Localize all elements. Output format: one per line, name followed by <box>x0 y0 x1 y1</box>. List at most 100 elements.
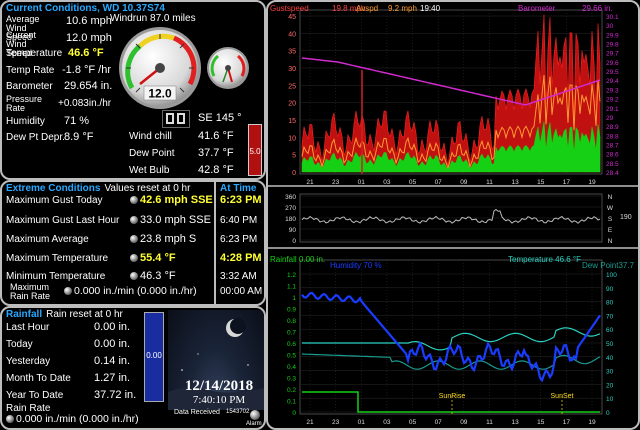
extreme-row-value-text: 42.6 mph SSE <box>140 194 213 206</box>
rain-tick-label: 0.5 <box>287 353 296 360</box>
x-tick-label: 09 <box>460 179 468 186</box>
wet-bulb-label: Wet Bulb <box>129 165 170 176</box>
right-tick-label: 28.7 <box>606 142 619 149</box>
dir-current-value: 190 <box>620 214 632 221</box>
right-tick-label: 40 <box>606 355 614 362</box>
dew-depr-label: Dew Pt Depr. <box>6 132 65 143</box>
compass-label: W <box>607 205 614 212</box>
extreme-row-label: Maximum Rain Rate <box>10 282 51 301</box>
left-tick-label: 0 <box>292 170 296 177</box>
extreme-conditions-panel: Extreme Conditions Values reset at 0 hr A… <box>0 180 266 306</box>
compass-label: N <box>608 194 613 201</box>
value-indicator-icon <box>130 272 138 281</box>
rain-row-label: Last Hour <box>6 322 50 333</box>
rainfall-panel: Rainfall Rain reset at 0 hr Last Hour 0.00… <box>0 306 266 430</box>
bottom-graph-frame <box>299 259 603 415</box>
value-indicator-icon <box>64 287 72 296</box>
x-tick-label: 07 <box>435 419 443 426</box>
extreme-row-value-text: 46.3 °F <box>140 270 176 282</box>
windrun-value: Windrun 87.0 miles <box>110 13 196 24</box>
dew-point-label: Dew Point37.7 <box>582 261 635 270</box>
right-tick-label: 28.5 <box>606 161 619 168</box>
extreme-row-label: Maximum Average <box>6 234 89 245</box>
x-tick-label: 13 <box>511 419 519 426</box>
humidity-label: Humidity <box>6 116 45 127</box>
temperature-label: Temperature 46.6 °F <box>508 255 581 264</box>
extreme-row-value-text: 55.4 °F <box>140 252 176 264</box>
left-tick-label: 35 <box>288 49 296 56</box>
sunrise-label: SunRise <box>439 393 466 400</box>
right-tick-label: 28.8 <box>606 133 619 140</box>
compass-label: N <box>608 238 613 245</box>
alarm-icon[interactable] <box>250 410 260 420</box>
left-tick-label: 15 <box>288 118 296 125</box>
right-tick-label: 29.8 <box>606 42 619 49</box>
moon-time: 7:40:10 PM <box>192 394 246 406</box>
extreme-row-value: 33.0 mph SSE <box>130 215 211 226</box>
rain-row-label: Year To Date <box>6 390 64 401</box>
rain-tick-label: 0.6 <box>287 341 296 348</box>
data-received-value: 1543702 <box>226 409 250 415</box>
right-tick-label: 29 <box>606 115 614 122</box>
baro-label: Barometer <box>518 4 556 13</box>
moon-date: 12/14/2018 <box>184 378 254 394</box>
sunset-label: SunSet <box>551 393 574 400</box>
value-indicator-icon <box>130 196 138 205</box>
right-tick-label: 10 <box>606 396 614 403</box>
x-tick-label: 17 <box>563 179 571 186</box>
right-tick-label: 60 <box>606 327 614 334</box>
graphs-panel: 21 21 23 23 01 01 03 03 05 05 07 07 09 09 11 11 13 13 15 15… <box>266 0 640 430</box>
at-time-title: At Time <box>220 183 257 194</box>
right-tick-label: 30 <box>606 369 614 376</box>
x-tick-label: 09 <box>460 419 468 426</box>
x-tick-label: 03 <box>383 419 391 426</box>
extreme-row-label: Maximum Gust Today <box>6 195 103 206</box>
dir-tick-label: 90 <box>289 227 297 234</box>
rain-tick-label: 0.4 <box>287 364 296 371</box>
left-tick-label: 10 <box>288 135 296 142</box>
extreme-row-value: 0.000 in./min (0.000 in./hr) <box>64 286 197 297</box>
x-tick-label: 01 <box>358 179 366 186</box>
rain-rate-value: 0.000 in./min (0.000 in./hr) <box>6 414 139 425</box>
compass-label: E <box>608 227 613 234</box>
right-tick-label: 29.6 <box>606 60 619 67</box>
extreme-conditions-title: Extreme Conditions Values reset at 0 hr <box>6 183 190 194</box>
rain-row-label: Month To Date <box>6 373 71 384</box>
rain-tick-label: 1 <box>292 295 296 302</box>
avg-wind-value: 10.6 mph <box>66 15 112 27</box>
x-tick-label: 05 <box>409 419 417 426</box>
wind-speed-gauge: 12.0 <box>119 27 201 109</box>
uv-index-value: 5.0 <box>249 147 261 156</box>
wind-direction-value: SE 145 ° <box>198 112 242 124</box>
extreme-row-time: 6:23 PM <box>220 194 262 206</box>
time-label: 19:40 <box>420 4 441 13</box>
right-tick-label: 30 <box>606 23 614 30</box>
x-tick-label: 19 <box>588 179 596 186</box>
graphs-svg: 2121232301010303050507070909111113131515… <box>268 4 638 426</box>
right-tick-label: 29.5 <box>606 69 619 76</box>
extreme-row-value-text: 23.8 mph S <box>140 233 197 245</box>
temp-label: Temperature <box>6 48 63 59</box>
temp-value: 46.6 °F <box>68 47 104 59</box>
x-tick-label: 11 <box>486 419 493 426</box>
rain-tick-label: 0.3 <box>287 376 296 383</box>
gust-label: Gustspeed <box>270 4 309 13</box>
extreme-subtitle: Values reset at 0 hr <box>104 183 191 194</box>
dir-tick-label: 360 <box>285 194 296 201</box>
rain-row-value: 0.00 in. <box>94 338 131 350</box>
uv-index-bar: 5.0 <box>248 124 262 176</box>
rainfall-title: Rainfall Rain reset at 0 hr <box>6 309 123 320</box>
right-tick-label: 28.4 <box>606 170 619 177</box>
extreme-row-time: 6:40 PM <box>220 215 258 226</box>
extreme-row-value-text: 33.0 mph SSE <box>140 214 211 226</box>
direction-lcd-icon <box>162 110 190 128</box>
wind-chill-value: 41.6 °F <box>198 130 234 142</box>
compass-label: S <box>608 216 613 223</box>
rain-rate-icon <box>6 415 14 424</box>
x-tick-label: 15 <box>537 419 545 426</box>
extreme-row-value: 46.3 °F <box>130 271 176 282</box>
x-tick-label: 23 <box>332 419 340 426</box>
rain-tick-label: 0.8 <box>287 318 296 325</box>
right-tick-label: 0 <box>606 410 610 417</box>
rain-tick-label: 0.7 <box>287 330 296 337</box>
